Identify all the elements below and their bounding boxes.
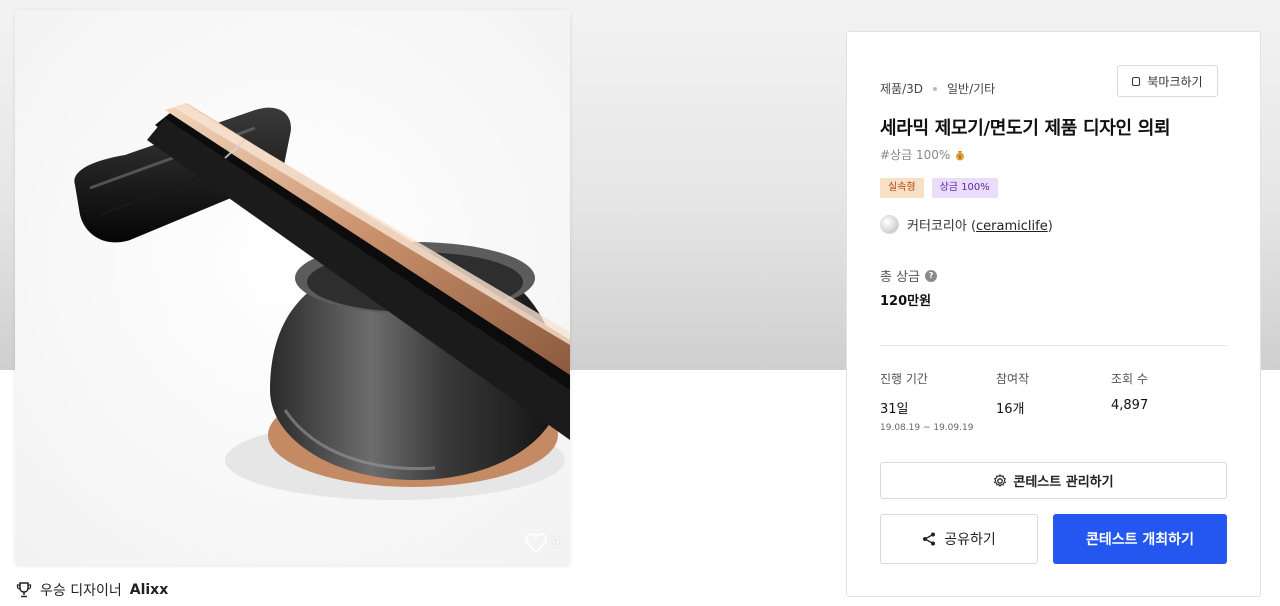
prize-label-text: 총 상금: [880, 270, 921, 285]
share-icon: [923, 532, 936, 546]
winner-label: 우승 디자이너: [40, 583, 122, 599]
period-range: 19.08.19 ~ 19.09.19: [880, 423, 974, 433]
period-value: 31일: [880, 402, 909, 417]
manage-contest-button[interactable]: 콘테스트 관리하기: [880, 462, 1227, 499]
host-paren-close: ): [1047, 219, 1053, 234]
hashtag-text[interactable]: #상금 100%: [880, 146, 950, 163]
host-contest-label: 콘테스트 개최하기: [1086, 532, 1194, 548]
gear-icon: [994, 473, 1007, 487]
razor-product-illustration: [15, 10, 570, 565]
host-name: 커터코리아: [907, 219, 967, 234]
host-avatar[interactable]: [880, 215, 899, 234]
category-breadcrumb: 제품/3D 일반/기타: [880, 80, 995, 97]
bookmark-label: 북마크하기: [1147, 74, 1203, 89]
contest-info-panel: 북마크하기 제품/3D 일반/기타 세라믹 제모기/면도기 제품 디자인 의뢰 …: [846, 31, 1261, 597]
bookmark-button[interactable]: 북마크하기: [1117, 65, 1218, 97]
entries-label: 참여작: [996, 372, 1030, 386]
entries-value: 16개: [996, 402, 1025, 417]
trophy-icon: [16, 582, 32, 598]
product-image[interactable]: 9: [15, 10, 570, 565]
like-button[interactable]: 9: [524, 533, 560, 553]
like-count: 9: [551, 535, 560, 551]
tag-prize: 상금 100%: [931, 178, 998, 198]
tag-type: 실속형: [880, 178, 924, 198]
host-info: 커터코리아 (ceramiclife): [880, 215, 1053, 234]
winner-info: 우승 디자이너 Alixx: [16, 580, 168, 600]
section-divider: [880, 345, 1227, 346]
svg-text:$: $: [959, 154, 962, 160]
separator-dot: [933, 86, 937, 91]
stat-views: 조회 수 4,897: [1111, 370, 1148, 413]
views-label: 조회 수: [1111, 372, 1148, 386]
host-name-group: 커터코리아 (ceramiclife): [907, 215, 1053, 234]
hashtag-line: #상금 100% $: [880, 146, 966, 163]
category-sub[interactable]: 일반/기타: [947, 80, 995, 97]
heart-outline-icon: [524, 533, 547, 553]
category-main[interactable]: 제품/3D: [880, 80, 923, 97]
help-icon[interactable]: ?: [925, 269, 938, 282]
manage-contest-label: 콘테스트 관리하기: [1013, 475, 1114, 490]
share-button[interactable]: 공유하기: [880, 514, 1038, 564]
share-label: 공유하기: [944, 532, 996, 548]
total-prize-label: 총 상금 ?: [880, 266, 938, 285]
tag-list: 실속형 상금 100%: [880, 178, 998, 198]
host-contest-button[interactable]: 콘테스트 개최하기: [1053, 514, 1227, 564]
total-prize-value: 120만원: [880, 294, 932, 309]
stat-period: 진행 기간 31일 19.08.19 ~ 19.09.19: [880, 370, 973, 433]
stat-entries: 참여작 16개: [996, 370, 1029, 417]
contest-title: 세라믹 제모기/면도기 제품 디자인 의뢰: [880, 118, 1171, 139]
winner-name[interactable]: Alixx: [130, 582, 169, 598]
views-value: 4,897: [1111, 398, 1149, 413]
period-label: 진행 기간: [880, 372, 928, 386]
host-handle-link[interactable]: ceramiclife: [976, 219, 1048, 234]
bookmark-icon: [1132, 76, 1141, 86]
money-bag-icon: $: [956, 150, 965, 160]
